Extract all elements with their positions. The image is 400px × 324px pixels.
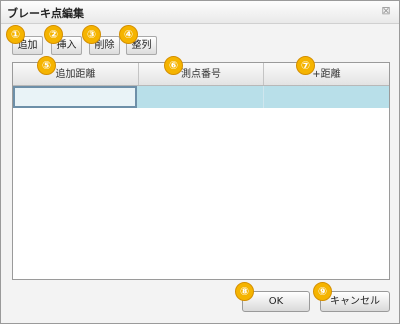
column-header-additional-distance[interactable]: 追加距離 xyxy=(13,63,139,85)
cell-station-number[interactable] xyxy=(139,86,264,108)
table-row[interactable] xyxy=(13,86,389,108)
dialog-title: ブレーキ点編集 xyxy=(7,7,84,20)
marker-2: ② xyxy=(44,25,63,44)
column-header-station-number[interactable]: 測点番号 xyxy=(139,63,264,85)
brake-point-table: 追加距離 測点番号 +距離 xyxy=(12,62,390,280)
cell-additional-distance[interactable] xyxy=(13,86,137,108)
marker-9: ⑨ xyxy=(313,282,332,301)
marker-4: ④ xyxy=(119,25,138,44)
column-header-plus-distance[interactable]: +距離 xyxy=(264,63,389,85)
marker-8: ⑧ xyxy=(235,282,254,301)
brake-point-edit-dialog: ブレーキ点編集 ⊠ 追加 挿入 削除 整列 追加距離 測点番号 +距離 OK キ… xyxy=(0,0,400,324)
cell-plus-distance[interactable] xyxy=(264,86,389,108)
marker-6: ⑥ xyxy=(164,56,183,75)
marker-7: ⑦ xyxy=(296,56,315,75)
marker-3: ③ xyxy=(82,25,101,44)
marker-5: ⑤ xyxy=(37,56,56,75)
table-header: 追加距離 測点番号 +距離 xyxy=(13,63,389,86)
marker-1: ① xyxy=(6,25,25,44)
close-icon[interactable]: ⊠ xyxy=(379,4,393,18)
title-bar: ブレーキ点編集 ⊠ xyxy=(1,1,399,24)
